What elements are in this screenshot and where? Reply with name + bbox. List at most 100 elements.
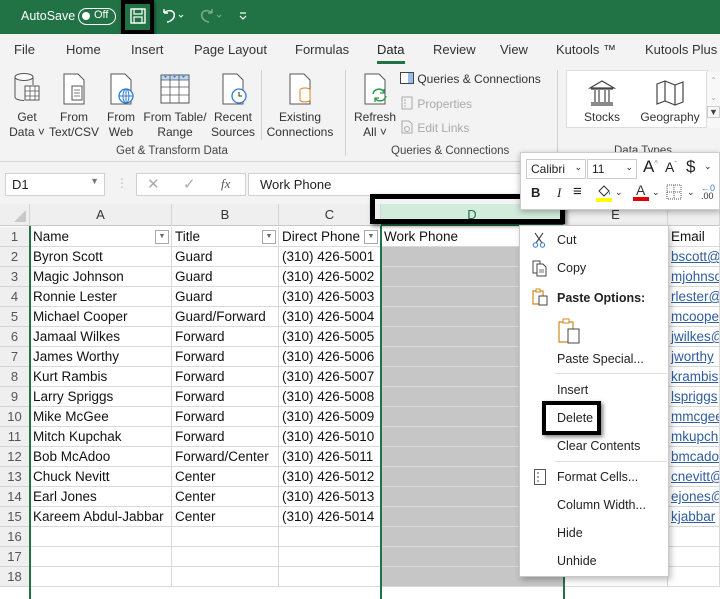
cell[interactable]: (310) 426-5011 [279,447,381,467]
cell[interactable]: Guard [172,287,279,307]
italic-icon[interactable]: I [557,185,561,201]
menu-item-hide[interactable]: Hide [557,526,583,540]
row-header[interactable]: 17 [0,547,30,567]
cell[interactable]: Forward [172,347,279,367]
cell-email[interactable] [668,547,720,567]
cell[interactable] [279,527,381,547]
cell[interactable] [30,527,172,547]
cell[interactable]: Forward [172,387,279,407]
cell[interactable]: James Worthy [30,347,172,367]
cell-email[interactable]: lspriggs [668,387,720,407]
cell[interactable]: Earl Jones [30,487,172,507]
menu-item-clear-contents[interactable]: Clear Contents [557,439,640,453]
cell[interactable] [172,567,279,587]
cell[interactable]: (310) 426-5007 [279,367,381,387]
cell[interactable]: Forward [172,427,279,447]
cell[interactable]: Ronnie Lester [30,287,172,307]
cell[interactable]: Center [172,507,279,527]
cell[interactable]: (310) 426-5004 [279,307,381,327]
row-header[interactable]: 11 [0,427,30,447]
cell[interactable]: (310) 426-5014 [279,507,381,527]
font-name-select[interactable]: Calibri ⌄ [526,159,586,179]
chevron-down-icon[interactable]: ⌄ [687,187,695,198]
cell[interactable]: Bob McAdoo [30,447,172,467]
cell[interactable] [172,547,279,567]
cell[interactable] [30,567,172,587]
select-all-corner[interactable] [0,204,30,226]
cell-email[interactable]: jwilkes@ [668,327,720,347]
cancel-icon[interactable]: ✕ [147,175,160,193]
decrease-font-icon[interactable]: Aˇ [665,159,677,175]
insert-function-icon[interactable]: fx [221,176,230,192]
cell[interactable]: (310) 426-5008 [279,387,381,407]
from-table-range-button[interactable]: From Table/ Range [143,72,207,140]
autosave-toggle[interactable]: Off [78,8,116,25]
cell[interactable]: (310) 426-5005 [279,327,381,347]
gallery-more-icon[interactable]: ▼ [707,106,720,118]
menu-item-column-width[interactable]: Column Width... [557,498,646,512]
cell[interactable] [30,547,172,567]
row-header[interactable]: 12 [0,447,30,467]
cell[interactable]: Magic Johnson [30,267,172,287]
cell[interactable]: Center [172,487,279,507]
cell-email[interactable] [668,527,720,547]
cell[interactable]: Chuck Nevitt [30,467,172,487]
row-header[interactable]: 18 [0,567,30,587]
row-header[interactable]: 5 [0,307,30,327]
row-header[interactable]: 1 [0,227,30,247]
cell-email[interactable]: bmcado [668,447,720,467]
row-header[interactable]: 2 [0,247,30,267]
cell[interactable]: Guard [172,247,279,267]
recent-sources-button[interactable]: Recent Sources [210,72,256,140]
row-header[interactable]: 7 [0,347,30,367]
cell[interactable]: Kurt Rambis [30,367,172,387]
decrease-decimal-icon[interactable]: ←0.00 [701,184,715,201]
column-header-a[interactable]: A [30,204,172,226]
row-header[interactable]: 13 [0,467,30,487]
menu-item-unhide[interactable]: Unhide [557,554,597,568]
cell[interactable]: Mike McGee [30,407,172,427]
cell-email[interactable]: rlester@ [668,287,720,307]
properties-button[interactable]: Properties [400,96,472,111]
tab-kutools[interactable]: Kutools ™ [556,42,616,57]
cell[interactable]: Forward [172,327,279,347]
cell-email[interactable]: mkupch [668,427,720,447]
geography-button[interactable]: Geography [639,79,701,125]
from-text-csv-button[interactable]: From Text/CSV [49,72,99,140]
row-header[interactable]: 6 [0,327,30,347]
cell[interactable]: Center [172,467,279,487]
menu-item-cut[interactable]: Cut [557,233,576,247]
tab-data[interactable]: Data [377,42,404,57]
row-header[interactable]: 16 [0,527,30,547]
cell[interactable]: Kareem Abdul-Jabbar [30,507,172,527]
bold-icon[interactable]: B [531,185,540,200]
tab-home[interactable]: Home [66,42,101,57]
cell[interactable]: (310) 426-5010 [279,427,381,447]
cell-email[interactable]: cnevitt@ [668,467,720,487]
column-header-b[interactable]: B [172,204,279,226]
menu-item-copy[interactable]: Copy [557,261,586,275]
cell[interactable]: Forward [172,367,279,387]
row-header[interactable]: 9 [0,387,30,407]
cell[interactable]: Byron Scott [30,247,172,267]
column-header-c[interactable]: C [279,204,381,226]
cell[interactable]: Michael Cooper [30,307,172,327]
row-header[interactable]: 8 [0,367,30,387]
row-header[interactable]: 14 [0,487,30,507]
tab-view[interactable]: View [500,42,528,57]
menu-item-format-cells[interactable]: Format Cells... [557,470,638,484]
header-cell[interactable]: Name ▼ [30,227,172,247]
gallery-down-icon[interactable]: ⌄ [707,93,720,102]
chevron-down-icon[interactable]: ⌄ [615,187,623,198]
cell[interactable] [279,547,381,567]
header-cell[interactable]: Title ▼ [172,227,279,247]
cell[interactable]: (310) 426-5009 [279,407,381,427]
cell[interactable]: Guard/Forward [172,307,279,327]
cell[interactable] [172,527,279,547]
header-cell[interactable]: Direct Phone ▼ [279,227,381,247]
currency-icon[interactable]: $ [686,157,695,177]
menu-item-insert[interactable]: Insert [557,383,588,397]
cell[interactable]: Forward [172,407,279,427]
name-box-dropdown-icon[interactable]: ▼ [90,176,99,186]
filter-dropdown-icon[interactable]: ▼ [364,230,378,244]
